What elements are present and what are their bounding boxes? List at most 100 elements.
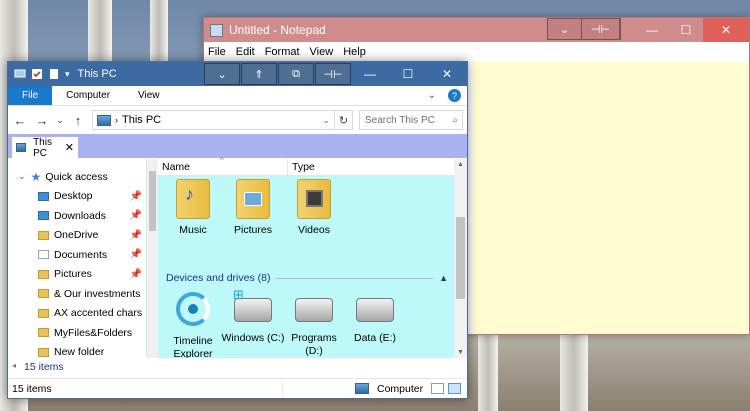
recent-locations-icon[interactable]: ⌄ bbox=[56, 115, 64, 126]
scroll-up-icon[interactable]: ▲ bbox=[457, 161, 464, 168]
close-icon[interactable]: ✕ bbox=[703, 18, 749, 42]
onedrive-folder-icon bbox=[38, 230, 49, 240]
drive-item-data-e[interactable]: Data (E:) bbox=[343, 290, 407, 345]
hard-drive-icon bbox=[356, 298, 394, 322]
nav-item-desktop[interactable]: Desktop 📌 bbox=[8, 187, 146, 207]
ribbon-tab-computer[interactable]: Computer bbox=[52, 86, 124, 105]
large-icons-view-icon[interactable] bbox=[448, 383, 461, 394]
nav-item-our-investments[interactable]: & Our investments bbox=[8, 284, 146, 304]
help-icon[interactable]: ? bbox=[448, 89, 461, 102]
file-list-scrollbar[interactable]: ▲ ▼ bbox=[454, 159, 467, 358]
close-icon[interactable]: ✕ bbox=[427, 62, 467, 86]
maximize-icon[interactable]: ☐ bbox=[389, 62, 427, 86]
scroll-left-icon[interactable]: ◂ bbox=[12, 361, 16, 370]
quick-access-dropdown-icon[interactable]: ▾ bbox=[65, 69, 70, 80]
ribbon-tabs: File Computer View ⌄ ? bbox=[8, 86, 467, 106]
navigation-pane-scrollbar[interactable] bbox=[146, 159, 158, 358]
forward-arrow-icon[interactable]: → bbox=[34, 113, 50, 128]
menu-view[interactable]: View bbox=[310, 46, 334, 58]
folder-icon bbox=[38, 347, 49, 357]
nav-item-myfiles-folders[interactable]: MyFiles&Folders bbox=[8, 323, 146, 343]
group-header-devices-and-drives[interactable]: Devices and drives (8) ▲ bbox=[166, 271, 448, 285]
folder-label: Videos bbox=[298, 224, 330, 236]
chevron-down-icon[interactable]: ⌄ bbox=[204, 63, 240, 85]
computer-icon bbox=[355, 383, 369, 394]
scrollbar-thumb[interactable] bbox=[149, 171, 156, 231]
nav-item-documents[interactable]: Documents 📌 bbox=[8, 245, 146, 265]
properties-check-icon[interactable] bbox=[31, 68, 43, 80]
ribbon-tab-file[interactable]: File bbox=[8, 86, 53, 105]
collapse-group-icon[interactable]: ▲ bbox=[439, 273, 448, 283]
chevron-right-icon[interactable]: › bbox=[115, 115, 118, 125]
new-folder-icon[interactable] bbox=[48, 68, 60, 80]
pin-icon[interactable]: 📌 bbox=[130, 230, 142, 241]
nav-item-downloads[interactable]: Downloads 📌 bbox=[8, 206, 146, 226]
sort-ascending-icon: ^ bbox=[220, 156, 224, 165]
pin-icon[interactable]: 📌 bbox=[130, 191, 142, 202]
address-field[interactable]: › This PC ⌄ bbox=[92, 110, 335, 130]
notepad-menubar: File Edit Format View Help bbox=[204, 42, 749, 62]
window-switch-icon[interactable]: ⧉ bbox=[278, 63, 314, 85]
arrow-up-icon[interactable]: ⇑ bbox=[241, 63, 277, 85]
menu-edit[interactable]: Edit bbox=[236, 46, 255, 58]
nav-item-onedrive[interactable]: OneDrive 📌 bbox=[8, 226, 146, 246]
hard-drive-icon bbox=[295, 298, 333, 322]
details-view-icon[interactable] bbox=[431, 383, 444, 394]
menu-format[interactable]: Format bbox=[265, 46, 300, 58]
pin-icon[interactable]: 📌 bbox=[130, 210, 142, 221]
navigation-pane[interactable]: ⌄ ★ Quick access Desktop 📌 Downloads 📌 O… bbox=[8, 159, 146, 358]
drive-item-timeline-explorer[interactable]: Timeline Explorer bbox=[161, 290, 225, 361]
nav-item-pictures[interactable]: Pictures 📌 bbox=[8, 265, 146, 285]
column-header-type[interactable]: Type bbox=[288, 161, 315, 173]
menu-help[interactable]: Help bbox=[343, 46, 366, 58]
nav-item-new-folder[interactable]: New folder bbox=[8, 343, 146, 358]
back-arrow-icon[interactable]: ← bbox=[12, 113, 28, 128]
folder-item-pictures[interactable]: Pictures bbox=[221, 179, 285, 237]
explorer-body: ⌄ ★ Quick access Desktop 📌 Downloads 📌 O… bbox=[8, 156, 467, 361]
notepad-text-area[interactable] bbox=[473, 62, 749, 334]
drive-label: Data (E:) bbox=[353, 332, 396, 344]
nav-item-quick-access[interactable]: ⌄ ★ Quick access bbox=[8, 167, 146, 187]
expand-ribbon-icon[interactable]: ⌄ bbox=[428, 90, 436, 101]
address-text: This PC bbox=[122, 114, 162, 126]
items-count-top: 15 items bbox=[24, 361, 64, 373]
nav-item-label: Downloads bbox=[54, 209, 106, 222]
maximize-icon[interactable]: ☐ bbox=[669, 18, 703, 42]
pin-icon[interactable]: 📌 bbox=[130, 269, 142, 280]
pin-icon[interactable]: 📌 bbox=[130, 249, 142, 260]
documents-icon bbox=[38, 250, 49, 260]
minimize-icon[interactable]: — bbox=[635, 18, 669, 42]
file-list[interactable]: ^ Name Type ♪ Music Pictures Videos Devi… bbox=[158, 156, 454, 361]
tab-this-pc[interactable]: This PC ✕ bbox=[12, 137, 78, 159]
drive-item-programs-d[interactable]: Programs (D:) bbox=[282, 290, 346, 358]
drive-item-windows-c[interactable]: ⊞ Windows (C:) bbox=[221, 288, 285, 345]
chevron-down-icon[interactable]: ⌄ bbox=[18, 171, 26, 182]
folder-item-videos[interactable]: Videos bbox=[282, 179, 346, 237]
scrollbar-thumb[interactable] bbox=[456, 217, 465, 299]
pictures-folder-icon bbox=[38, 269, 49, 279]
folder-label: Pictures bbox=[234, 224, 272, 236]
folder-item-music[interactable]: ♪ Music bbox=[161, 179, 225, 237]
refresh-icon[interactable]: ↻ bbox=[335, 110, 353, 130]
minimize-icon[interactable]: — bbox=[351, 62, 389, 86]
menu-file[interactable]: File bbox=[208, 46, 226, 58]
status-location: Computer bbox=[355, 383, 423, 395]
up-arrow-icon[interactable]: ↑ bbox=[70, 113, 86, 128]
close-tab-icon[interactable]: ✕ bbox=[65, 141, 74, 154]
desktop-icon bbox=[38, 191, 49, 201]
chevron-down-icon[interactable]: ⌄ bbox=[548, 19, 582, 39]
explorer-window[interactable]: ▾ This PC ⌄ ⇑ ⧉ ⊣⊢ — ☐ ✕ File Computer V… bbox=[7, 61, 468, 399]
column-headers: ^ Name Type bbox=[158, 156, 454, 176]
address-dropdown-icon[interactable]: ⌄ bbox=[322, 115, 330, 126]
ribbon-tab-view[interactable]: View bbox=[124, 86, 174, 105]
search-input[interactable]: Search This PC ⌕ bbox=[359, 110, 463, 130]
drive-label: Timeline Explorer bbox=[173, 335, 213, 360]
pin-icon[interactable]: ⊣⊢ bbox=[315, 63, 351, 85]
group-divider bbox=[276, 277, 434, 279]
group-header-label: Devices and drives (8) bbox=[166, 272, 271, 284]
pin-icon[interactable]: ⊣⊢ bbox=[582, 19, 620, 39]
nav-item-ax-accented-chars[interactable]: AX accented chars bbox=[8, 304, 146, 324]
notepad-title: Untitled - Notepad bbox=[229, 23, 326, 37]
scroll-down-icon[interactable]: ▼ bbox=[457, 349, 464, 356]
folder-label: Music bbox=[179, 224, 207, 236]
